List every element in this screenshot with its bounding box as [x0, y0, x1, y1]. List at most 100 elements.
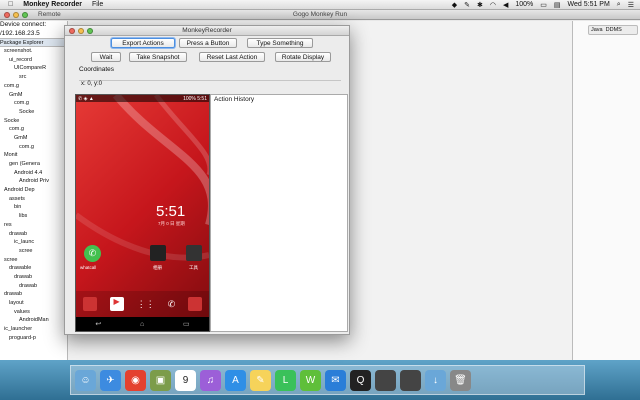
qq-icon[interactable]: Q — [350, 369, 371, 391]
monkey-title: MonkeyRecorder — [182, 27, 232, 34]
tree-item[interactable]: ic_launcher — [0, 325, 67, 334]
battery-icon[interactable]: ▭ — [540, 1, 547, 9]
apps-folder-icon[interactable] — [188, 297, 203, 311]
safari-icon[interactable]: ✈ — [100, 369, 121, 391]
whatsapp-label: whatcall — [80, 265, 97, 270]
tree-item[interactable]: res — [0, 221, 67, 230]
package-explorer-tab[interactable]: Package Explorer — [0, 38, 67, 48]
home-icon[interactable]: ⌂ — [140, 321, 144, 328]
clock[interactable]: Wed 5:51 PM — [568, 1, 610, 8]
tools-folder-icon[interactable] — [186, 245, 202, 261]
tree-item[interactable]: proguard-p — [0, 334, 67, 343]
play-store-icon[interactable]: ▶ — [109, 297, 124, 311]
device-screen[interactable]: ✆ ◈ ▲ 100% 5:51 5:51 7月 0 日 星期 ✆ whatcal… — [75, 94, 210, 332]
take-snapshot-button[interactable]: Take Snapshot — [129, 52, 187, 62]
android-navbar: ↩ ⌂ ▭ — [76, 317, 209, 331]
tree-item[interactable]: scree — [0, 247, 67, 256]
press-button-button[interactable]: Press a Button — [179, 38, 237, 48]
recents-icon[interactable]: ▭ — [183, 320, 190, 328]
tree-item[interactable]: drawab — [0, 230, 67, 239]
phone-dial-icon[interactable]: ✆ — [168, 299, 176, 310]
dropbox-icon[interactable]: ◆ — [452, 1, 457, 9]
trash-icon[interactable]: 🗑 — [450, 369, 471, 391]
tree-item[interactable]: Socke — [0, 117, 67, 126]
finder-icon[interactable]: ☺ — [75, 369, 96, 391]
tree-item[interactable]: ic_launc — [0, 238, 67, 247]
tree-item[interactable]: Monit — [0, 151, 67, 160]
preview-icon[interactable]: ▣ — [150, 369, 171, 391]
app-drawer-icon[interactable]: ⋮⋮ — [137, 299, 155, 310]
rotate-display-button[interactable]: Rotate Display — [275, 52, 331, 62]
tree-item[interactable]: layout — [0, 299, 67, 308]
notes-icon[interactable]: ✎ — [250, 369, 271, 391]
mac-menubar:  Monkey Recorder File ◆ ✎ ✱ ◠ ◀ 100% ▭ … — [0, 0, 640, 10]
type-something-button[interactable]: Type Something — [247, 38, 313, 48]
back-icon[interactable]: ↩ — [95, 320, 101, 328]
bluetooth-icon[interactable]: ✱ — [477, 1, 483, 9]
tree-item[interactable]: com.g — [0, 82, 67, 91]
app-folder-icon[interactable] — [82, 297, 97, 311]
wifi-icon[interactable]: ◠ — [490, 1, 496, 9]
line-icon[interactable]: L — [275, 369, 296, 391]
tree-item[interactable]: values — [0, 308, 67, 317]
tree-item[interactable]: drawab — [0, 290, 67, 299]
tree-item[interactable]: GmM — [0, 134, 67, 143]
appstore-icon[interactable]: A — [225, 369, 246, 391]
tree-item[interactable]: Android Priv — [0, 177, 67, 186]
eclipse-title: Gogo Monkey Run — [292, 11, 348, 18]
tree-item[interactable]: drawable — [0, 264, 67, 273]
wechat-icon[interactable]: W — [300, 369, 321, 391]
coordinates-value: x: 0, y:0 — [81, 81, 103, 87]
itunes-icon[interactable]: ♫ — [200, 369, 221, 391]
chrome-icon[interactable]: ◉ — [125, 369, 146, 391]
tree-item[interactable]: ui_record — [0, 56, 67, 65]
volume-icon[interactable]: ◀ — [503, 1, 508, 9]
tree-item[interactable]: src — [0, 73, 67, 82]
tree-item[interactable]: GmM — [0, 91, 67, 100]
input-flag-icon[interactable]: ▤ — [554, 1, 561, 9]
android-homescreen[interactable]: ✆ ◈ ▲ 100% 5:51 5:51 7月 0 日 星期 ✆ whatcal… — [76, 95, 209, 331]
whatsapp-icon[interactable]: ✆ — [84, 245, 101, 262]
file-menu[interactable]: File — [92, 1, 103, 8]
battery-label[interactable]: 100% — [515, 1, 533, 8]
tree-item[interactable]: gen (Genera — [0, 160, 67, 169]
folder-icon[interactable] — [150, 245, 166, 261]
wallpaper-curves — [76, 95, 209, 261]
app-menu[interactable]: Monkey Recorder — [23, 1, 82, 8]
tree-item[interactable]: AndroidMan — [0, 316, 67, 325]
status-right: 100% 5:51 — [183, 95, 207, 102]
action-history-panel[interactable]: Action History — [210, 94, 348, 332]
monkey-titlebar: MonkeyRecorder — [65, 26, 349, 36]
ddms-perspective[interactable]: DDMS — [606, 27, 622, 33]
clip-icon[interactable]: ✎ — [464, 1, 470, 9]
tree-item[interactable]: com.g — [0, 99, 67, 108]
tree-item[interactable]: libs — [0, 212, 67, 221]
tree-item[interactable]: scree — [0, 256, 67, 265]
tree-item[interactable]: com.g — [0, 143, 67, 152]
phone-clock: 5:51 — [156, 203, 186, 220]
tree-item[interactable]: drawab — [0, 282, 67, 291]
tree-item[interactable]: drawab — [0, 273, 67, 282]
stamp-icon[interactable]: ✉ — [325, 369, 346, 391]
wait-button[interactable]: Wait — [91, 52, 121, 62]
reset-last-action-button[interactable]: Reset Last Action — [199, 52, 265, 62]
spotlight-icon[interactable]: ⌕ — [617, 1, 621, 9]
tree-item[interactable]: Socke — [0, 108, 67, 117]
window-icon[interactable] — [375, 369, 396, 391]
calendar-icon[interactable]: 9 — [175, 369, 196, 391]
java-perspective[interactable]: Java — [591, 27, 603, 33]
tree-item[interactable]: UICompareR — [0, 64, 67, 73]
status-icons: ✆ ◈ ▲ — [78, 95, 94, 102]
export-actions-button[interactable]: Export Actions — [111, 38, 175, 48]
tree-item[interactable]: com.g — [0, 125, 67, 134]
android-dock: ▶ ⋮⋮ ✆ — [76, 291, 209, 317]
tree-item[interactable]: bin — [0, 203, 67, 212]
downloads-icon[interactable]: ↓ — [425, 369, 446, 391]
tree-item[interactable]: screenshot. — [0, 47, 67, 56]
apple-menu-icon[interactable]:  — [8, 1, 13, 8]
tree-item[interactable]: assets — [0, 195, 67, 204]
notification-icon[interactable]: ☰ — [628, 1, 634, 9]
window-icon[interactable] — [400, 369, 421, 391]
tree-item[interactable]: Android 4.4 — [0, 169, 67, 178]
tree-item[interactable]: Android Dep — [0, 186, 67, 195]
